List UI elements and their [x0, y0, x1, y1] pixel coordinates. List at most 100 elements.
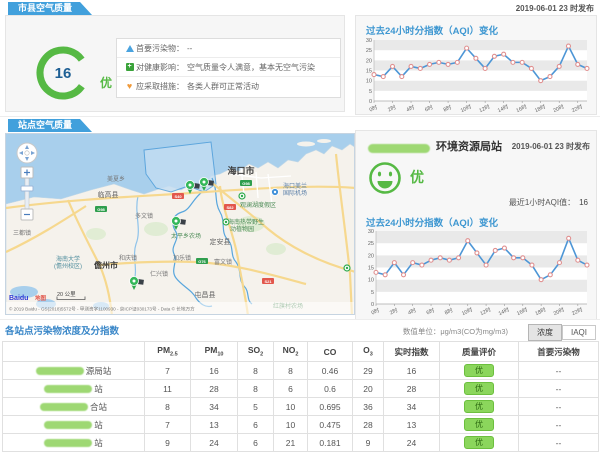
value-cell: 10	[274, 398, 308, 416]
station-detail-panel: 环境资源局站 2019-06-01 23 时发布 优 最近1小时AQI值：16 …	[355, 130, 597, 320]
value-cell: 28	[384, 380, 440, 398]
value-cell: 21	[274, 434, 308, 452]
svg-text:6时: 6时	[423, 103, 434, 113]
station-name-cell: 站	[3, 434, 145, 452]
column-header: CO	[308, 342, 353, 362]
toggle-iaqi-button[interactable]: IAQI	[562, 325, 596, 340]
city-aqi-level: 优	[100, 74, 112, 91]
table-row: 源局站716880.462916优--	[3, 362, 599, 380]
aqi-gauge: 16	[31, 41, 95, 105]
baidu-logo[interactable]: Baidu	[9, 295, 28, 302]
svg-text:18时: 18时	[533, 102, 547, 113]
column-header	[3, 342, 145, 362]
chart-data-point	[548, 273, 552, 277]
chart-data-point	[418, 66, 422, 70]
value-cell: 8	[274, 362, 308, 380]
primary-pollutant-cell: --	[519, 398, 599, 416]
value-cell: 9	[145, 434, 191, 452]
unit-note: 数值单位：μg/m3(CO为mg/m3)	[403, 326, 508, 337]
grade-badge: 优	[464, 418, 494, 431]
svg-text:海南热带野生: 海南热带野生	[228, 218, 264, 226]
latest-aqi-label: 最近1小时AQI值：	[509, 198, 575, 207]
svg-text:20: 20	[366, 58, 372, 64]
grade-cell: 优	[440, 362, 519, 380]
chart-data-point	[557, 64, 561, 68]
chart-data-point	[475, 251, 479, 255]
svg-text:定安县: 定安县	[210, 237, 231, 246]
chart-data-point	[493, 248, 497, 252]
chart-data-point	[400, 75, 404, 79]
baidu-map[interactable]: G98G98G76S40S82S21 海口市海口美兰国际机场观澜湖度假区海南热带…	[5, 133, 355, 315]
chart-data-point	[455, 60, 459, 64]
column-header: 实时指数	[384, 342, 440, 362]
city-publish-time: 2019-06-01 23 时发布	[516, 3, 594, 14]
chart-data-point	[566, 44, 570, 48]
info-value: 各类人群可正常活动	[187, 81, 259, 92]
primary-pollutant-cell: --	[519, 416, 599, 434]
value-cell: 9	[353, 434, 384, 452]
chart-data-point	[521, 256, 525, 260]
chart-data-point	[428, 62, 432, 66]
chart-data-point	[576, 62, 580, 66]
smiley-face-icon	[366, 159, 404, 197]
value-cell: 28	[353, 416, 384, 434]
station-chart-title: 过去24小时分指数（AQI）变化	[366, 215, 498, 229]
grade-badge: 优	[464, 364, 494, 377]
column-header: 质量评价	[440, 342, 519, 362]
info-label: 首要污染物：	[136, 43, 184, 54]
svg-text:25: 25	[366, 48, 372, 54]
toggle-concentration-button[interactable]: 浓度	[528, 324, 562, 341]
chart-data-point	[466, 239, 470, 243]
chart-data-point	[520, 60, 524, 64]
svg-text:和庆镇: 和庆镇	[119, 254, 137, 262]
aqi-line-chart-city: 0510152025300时2时4时6时8时10时12时14时16时18时20时…	[359, 37, 593, 113]
value-cell: 6	[238, 416, 274, 434]
grade-cell: 优	[440, 398, 519, 416]
value-cell: 8	[238, 362, 274, 380]
park-poi-icon[interactable]	[344, 265, 350, 271]
chart-data-point	[438, 256, 442, 260]
svg-text:国际机场: 国际机场	[283, 189, 307, 197]
chart-data-point	[447, 258, 451, 262]
svg-text:10时: 10时	[459, 102, 473, 113]
chart-data-point	[539, 79, 543, 83]
station-name-suffix: 源局站	[86, 365, 112, 377]
zoom-slider-handle[interactable]	[21, 186, 33, 191]
svg-text:2时: 2时	[388, 306, 399, 316]
info-label: 应采取措施：	[136, 81, 184, 92]
primary-pollutant-cell: --	[519, 380, 599, 398]
map-copyright: © 2019 Baidu - GS(2018)5572号 - 甲测资字11009…	[9, 306, 195, 313]
svg-text:6时: 6时	[425, 306, 436, 316]
aqi-info-box: 首要污染物： -- + 对健康影响： 空气质量令人满意，基本无空气污染 ♥ 应采…	[116, 38, 341, 98]
map-compass[interactable]	[17, 143, 37, 163]
value-cell: 0.475	[308, 416, 353, 434]
value-cell: 5	[238, 398, 274, 416]
svg-text:30: 30	[368, 229, 374, 235]
pollutant-table: PM2.5PM10SO2NO2COO3实时指数质量评价首要污染物 源局站7168…	[2, 341, 599, 452]
info-label: 对健康影响：	[136, 62, 184, 73]
baidu-logo-sub[interactable]: 地图	[35, 294, 47, 302]
svg-text:0: 0	[369, 99, 372, 105]
svg-text:10: 10	[366, 79, 372, 85]
airport-poi-icon[interactable]	[272, 189, 279, 196]
svg-text:S21: S21	[264, 279, 272, 284]
park-poi-icon[interactable]	[223, 219, 229, 225]
health-icon: +	[123, 63, 136, 71]
svg-text:仁兴镇: 仁兴镇	[150, 270, 168, 278]
value-cell: 0.6	[308, 380, 353, 398]
park-poi-icon[interactable]	[239, 193, 245, 199]
chart-data-point	[457, 256, 461, 260]
chart-data-point	[512, 256, 516, 260]
svg-text:S82: S82	[226, 205, 234, 210]
grade-badge: 优	[464, 400, 494, 413]
svg-text:海南大学: 海南大学	[56, 255, 80, 263]
redacted-station-prefix	[44, 385, 92, 393]
value-cell: 36	[353, 398, 384, 416]
chart-data-point	[420, 263, 424, 267]
value-cell: 8	[145, 398, 191, 416]
chart-data-point	[437, 60, 441, 64]
city-aqi-panel: 16 优 首要污染物： -- + 对健康影响： 空气质量令人满意，基本无空气污染…	[5, 15, 345, 112]
svg-text:海口美兰: 海口美兰	[283, 182, 307, 190]
action-advice-row: ♥ 应采取措施： 各类人群可正常活动	[117, 77, 340, 96]
value-cell: 16	[191, 362, 238, 380]
